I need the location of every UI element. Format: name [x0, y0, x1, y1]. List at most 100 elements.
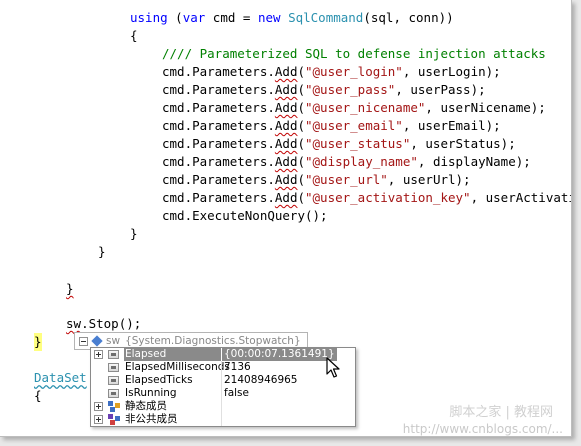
property-icon	[108, 388, 121, 399]
expand-icon[interactable]	[94, 350, 103, 359]
datatip-member-name: 静态成员	[125, 400, 167, 412]
code-text: , userPass);	[395, 82, 486, 97]
code-text: (	[297, 118, 305, 133]
code-line-open-brace: {	[130, 28, 138, 43]
method-add: Add	[274, 190, 298, 205]
code-text: (	[167, 10, 183, 25]
code-text: (	[297, 190, 305, 205]
code-editor[interactable]: using (var cmd = new SqlCommand(sql, con…	[0, 0, 572, 437]
property-icon	[108, 375, 121, 386]
watermark-bottom: http://www.cnblogs.com/...	[402, 422, 563, 436]
code-line-parameter-add: cmd.Parameters.Add("@user_login", userLo…	[162, 63, 501, 81]
watermark-top: 脚本之家 | 教程网	[449, 405, 553, 420]
code-line-open-brace: {	[34, 388, 42, 403]
code-comment: //// Parameterized SQL to defense inject…	[162, 46, 546, 61]
column-divider	[221, 413, 222, 426]
type-dataset: DataSet	[34, 370, 87, 385]
code-text: (	[297, 154, 305, 169]
code-text: }	[66, 281, 74, 296]
code-text: cmd.Parameters.	[162, 172, 275, 187]
code-text: cmd =	[205, 10, 258, 25]
column-divider	[221, 400, 222, 413]
datatip-variable-name: sw	[106, 335, 121, 347]
method-add: Add	[274, 118, 298, 133]
keyword-var: var	[182, 10, 206, 25]
column-divider	[221, 387, 222, 400]
code-text: (	[297, 82, 305, 97]
method-add: Add	[274, 82, 298, 97]
method-add: Add	[274, 100, 298, 115]
datatip-row[interactable]: ElapsedTicks 21408946965	[91, 374, 355, 387]
code-text: (	[297, 136, 305, 151]
method-add: Add	[274, 64, 298, 79]
code-text: (	[297, 100, 305, 115]
code-line-parameter-add: cmd.Parameters.Add("@user_status", userS…	[162, 135, 516, 153]
string-literal: "@user_status"	[305, 136, 411, 151]
datatip-panel[interactable]: Elapsed {00:00:07.1361491} ElapsedMillisec…	[90, 347, 356, 427]
code-line-close-brace: }	[66, 280, 74, 298]
code-line-dataset: DataSet	[34, 369, 87, 387]
code-line-parameter-add: cmd.Parameters.Add("@user_url", userUrl)…	[162, 171, 471, 189]
code-text: , userStatus);	[410, 136, 516, 151]
code-text: cmd.Parameters.	[162, 82, 275, 97]
code-text: , userLogin);	[402, 64, 501, 79]
property-icon	[108, 362, 121, 373]
code-text: (	[297, 172, 305, 187]
mouse-cursor-icon	[326, 357, 340, 378]
code-text: , userActivationK	[470, 190, 571, 205]
code-text: cmd.Parameters.	[162, 64, 275, 79]
datatip-member-value[interactable]: 7136	[224, 361, 251, 374]
code-line-parameter-add: cmd.Parameters.Add("@user_pass", userPas…	[162, 81, 486, 99]
expand-icon[interactable]	[94, 415, 103, 424]
static-members-icon	[108, 401, 121, 412]
property-icon	[108, 349, 121, 360]
code-text: .Stop();	[81, 316, 142, 331]
code-line-close-brace: }	[98, 244, 106, 259]
expand-icon[interactable]	[94, 402, 103, 411]
column-divider	[221, 374, 222, 387]
collapse-icon[interactable]	[79, 336, 88, 346]
datatip-row[interactable]: IsRunning false	[91, 387, 355, 400]
datatip-member-name: 非公共成员	[125, 413, 178, 425]
method-add: Add	[274, 154, 298, 169]
watermark: 脚本之家 | 教程网 http://www.cnblogs.com/...	[402, 405, 563, 436]
method-add: Add	[274, 172, 298, 187]
code-text: cmd.Parameters.	[162, 190, 275, 205]
datatip-member-value[interactable]: false	[224, 387, 249, 400]
variable-sw[interactable]: sw	[66, 316, 81, 331]
code-line-execute: cmd.ExecuteNonQuery();	[162, 208, 328, 223]
string-literal: "@user_login"	[305, 64, 403, 79]
object-icon	[91, 335, 103, 347]
datatip-row[interactable]: 非公共成员	[91, 413, 355, 426]
datatip-member-name: ElapsedTicks	[125, 374, 193, 386]
string-literal: "@user_url"	[305, 172, 388, 187]
datatip-member-value[interactable]: 21408946965	[224, 374, 298, 387]
code-text: cmd.Parameters.	[162, 100, 275, 115]
datatip-row[interactable]: Elapsed {00:00:07.1361491}	[91, 348, 355, 361]
code-text: , userNicename);	[425, 100, 546, 115]
code-line-parameter-add: cmd.Parameters.Add("@user_nicename", use…	[162, 99, 546, 117]
code-text: (sql, conn))	[363, 10, 454, 25]
column-divider	[221, 361, 222, 374]
type-sqlcommand: SqlCommand	[288, 10, 364, 25]
datatip-member-name: Elapsed	[124, 348, 221, 361]
datatip-row[interactable]: ElapsedMilliseconds 7136	[91, 361, 355, 374]
string-literal: "@user_email"	[305, 118, 403, 133]
code-line-parameter-add: cmd.Parameters.Add("@user_activation_key…	[162, 189, 571, 207]
code-line-parameter-add: cmd.Parameters.Add("@user_email", userEm…	[162, 117, 501, 135]
code-text: cmd.Parameters.	[162, 118, 275, 133]
code-text: , userEmail);	[402, 118, 501, 133]
keyword-new: new	[257, 10, 281, 25]
code-line-stopwatch-stop: sw.Stop();	[66, 315, 141, 333]
string-literal: "@display_name"	[305, 154, 418, 169]
code-line-using: using (var cmd = new SqlCommand(sql, con…	[130, 9, 454, 27]
code-line-close-brace: }	[130, 226, 138, 241]
nonpublic-members-icon	[108, 414, 121, 425]
code-text: cmd.Parameters.	[162, 154, 275, 169]
string-literal: "@user_pass"	[305, 82, 396, 97]
datatip-member-value[interactable]: {00:00:07.1361491}	[222, 348, 337, 361]
code-text: cmd.Parameters.	[162, 136, 275, 151]
keyword-using: using	[130, 10, 168, 25]
datatip-row[interactable]: 静态成员	[91, 400, 355, 413]
